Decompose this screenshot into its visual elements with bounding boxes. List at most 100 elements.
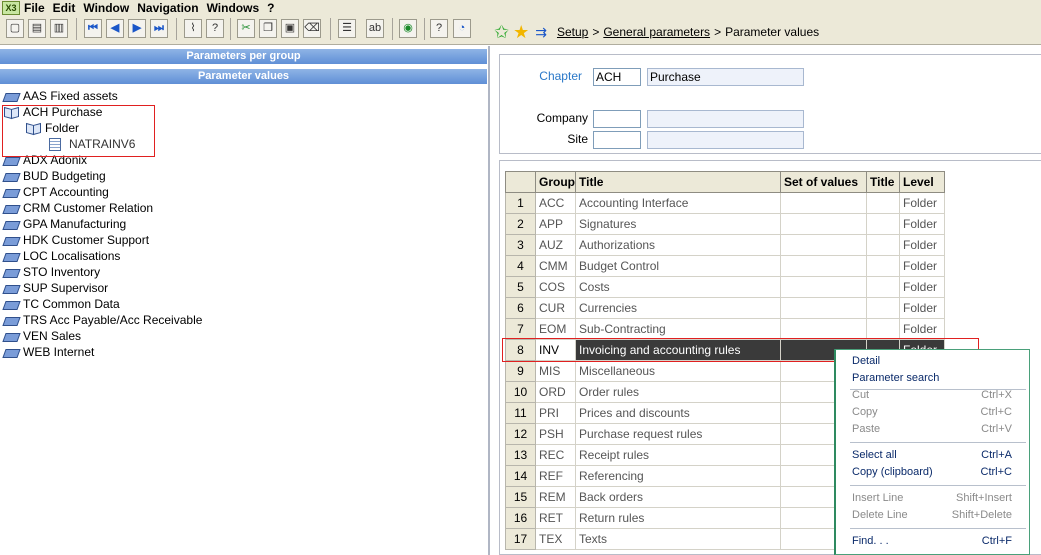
menu-item-insert-line[interactable]: Insert Line Shift+Insert — [852, 489, 1012, 506]
set-of-values-cell[interactable] — [780, 192, 867, 214]
title-cell[interactable]: Signatures — [575, 213, 781, 235]
paste-icon[interactable]: ▣ — [281, 19, 299, 38]
group-cell[interactable]: REF — [535, 465, 576, 487]
tree-item-cpt[interactable]: CPT Accounting — [3, 184, 109, 200]
group-cell[interactable]: EOM — [535, 318, 576, 340]
title-cell[interactable]: Budget Control — [575, 255, 781, 277]
section-parameter-values[interactable]: Parameter values — [0, 69, 487, 84]
title-cell[interactable]: Costs — [575, 276, 781, 298]
level-cell[interactable]: Folder — [899, 276, 945, 298]
menu-item-copy[interactable]: Copy Ctrl+C — [852, 403, 1012, 420]
tree-item-aas[interactable]: AAS Fixed assets — [3, 88, 118, 104]
menu-item-select-all[interactable]: Select all Ctrl+A — [852, 446, 1012, 463]
set-of-values-cell[interactable] — [780, 297, 867, 319]
title-cell[interactable]: Purchase request rules — [575, 423, 781, 445]
tree-item-ven[interactable]: VEN Sales — [3, 328, 81, 344]
header-level[interactable]: Level — [899, 171, 945, 193]
tree-item-sup[interactable]: SUP Supervisor — [3, 280, 108, 296]
menu-item-delete-line[interactable]: Delete Line Shift+Delete — [852, 506, 1012, 523]
table-row[interactable]: 2 APP Signatures Folder — [505, 213, 945, 235]
last-record-icon[interactable]: ⏭ — [150, 19, 168, 38]
level-cell[interactable]: Folder — [899, 234, 945, 256]
title-cell[interactable]: Texts — [575, 528, 781, 550]
search-help-icon[interactable]: ◔ — [453, 19, 471, 38]
group-cell[interactable]: CMM — [535, 255, 576, 277]
title2-cell[interactable] — [866, 297, 900, 319]
company-code-field[interactable] — [593, 110, 641, 128]
tree-item-gpa[interactable]: GPA Manufacturing — [3, 216, 126, 232]
tree-item-tc[interactable]: TC Common Data — [3, 296, 120, 312]
menu-edit[interactable]: Edit — [53, 1, 76, 15]
group-cell[interactable]: PRI — [535, 402, 576, 424]
title-cell[interactable]: Miscellaneous — [575, 360, 781, 382]
level-cell[interactable]: Folder — [899, 255, 945, 277]
tree-item-sto[interactable]: STO Inventory — [3, 264, 100, 280]
header-title2[interactable]: Title — [866, 171, 900, 193]
group-cell[interactable]: REM — [535, 486, 576, 508]
favorite-star-icon[interactable]: ★ — [513, 22, 529, 42]
group-cell[interactable]: TEX — [535, 528, 576, 550]
group-cell[interactable]: RET — [535, 507, 576, 529]
print-icon[interactable]: ▤ — [28, 19, 46, 38]
chapter-code-field[interactable]: ACH — [593, 68, 641, 86]
header-group[interactable]: Group — [535, 171, 576, 193]
menu-navigation[interactable]: Navigation — [137, 1, 198, 15]
menu-window[interactable]: Window — [83, 1, 129, 15]
group-cell[interactable]: ORD — [535, 381, 576, 403]
print-preview-icon[interactable]: ▥ — [50, 19, 68, 38]
level-cell[interactable]: Folder — [899, 318, 945, 340]
globe-icon[interactable]: ◉ — [399, 19, 417, 38]
menu-file[interactable]: File — [24, 1, 45, 15]
menu-item-cut[interactable]: Cut Ctrl+X — [852, 386, 1012, 403]
set-of-values-cell[interactable] — [780, 276, 867, 298]
header-set-of-values[interactable]: Set of values — [780, 171, 867, 193]
table-row[interactable]: 7 EOM Sub-Contracting Folder — [505, 318, 945, 340]
menu-item-copy-clipboard[interactable]: Copy (clipboard) Ctrl+C — [852, 463, 1012, 480]
group-cell[interactable]: ACC — [535, 192, 576, 214]
next-record-icon[interactable]: ▶ — [128, 19, 146, 38]
title2-cell[interactable] — [866, 234, 900, 256]
title2-cell[interactable] — [866, 213, 900, 235]
title-cell[interactable]: Referencing — [575, 465, 781, 487]
table-row[interactable]: 3 AUZ Authorizations Folder — [505, 234, 945, 256]
title-cell[interactable]: Return rules — [575, 507, 781, 529]
tree-item-web[interactable]: WEB Internet — [3, 344, 94, 360]
title-cell[interactable]: Order rules — [575, 381, 781, 403]
first-record-icon[interactable]: ⏮ — [84, 19, 102, 38]
header-title[interactable]: Title — [575, 171, 781, 193]
menu-help[interactable]: ? — [267, 1, 274, 15]
title2-cell[interactable] — [866, 318, 900, 340]
new-icon[interactable]: ▢ — [6, 19, 24, 38]
previous-record-icon[interactable]: ◀ — [106, 19, 124, 38]
tree-item-hdk[interactable]: HDK Customer Support — [3, 232, 149, 248]
tree-item-bud[interactable]: BUD Budgeting — [3, 168, 106, 184]
site-code-field[interactable] — [593, 131, 641, 149]
tree-item-loc[interactable]: LOC Localisations — [3, 248, 120, 264]
title-cell[interactable]: Sub-Contracting — [575, 318, 781, 340]
help-record-icon[interactable]: ? — [206, 19, 224, 38]
favorite-green-icon[interactable]: ✩ — [494, 22, 509, 42]
table-row[interactable]: 6 CUR Currencies Folder — [505, 297, 945, 319]
title-cell[interactable]: Authorizations — [575, 234, 781, 256]
menu-item-find[interactable]: Find. . . Ctrl+F — [852, 532, 1012, 549]
section-parameters-per-group[interactable]: Parameters per group — [0, 49, 487, 64]
text-field-icon[interactable]: ab — [366, 19, 384, 38]
copy-icon[interactable]: ❐ — [259, 19, 277, 38]
group-cell[interactable]: AUZ — [535, 234, 576, 256]
set-of-values-cell[interactable] — [780, 234, 867, 256]
title2-cell[interactable] — [866, 192, 900, 214]
table-row[interactable]: 4 CMM Budget Control Folder — [505, 255, 945, 277]
menu-item-parameter-search[interactable]: Parameter search — [852, 369, 1012, 386]
tree-item-crm[interactable]: CRM Customer Relation — [3, 200, 153, 216]
set-of-values-cell[interactable] — [780, 318, 867, 340]
breadcrumb-setup[interactable]: Setup — [557, 25, 588, 39]
level-cell[interactable]: Folder — [899, 192, 945, 214]
title-cell[interactable]: Currencies — [575, 297, 781, 319]
attachment-icon[interactable]: ⌇ — [184, 19, 202, 38]
group-cell[interactable]: APP — [535, 213, 576, 235]
header-rownum[interactable] — [505, 171, 536, 193]
set-of-values-cell[interactable] — [780, 213, 867, 235]
table-row[interactable]: 1 ACC Accounting Interface Folder — [505, 192, 945, 214]
signpost-icon[interactable]: ⇉ — [535, 24, 547, 41]
group-cell[interactable]: COS — [535, 276, 576, 298]
